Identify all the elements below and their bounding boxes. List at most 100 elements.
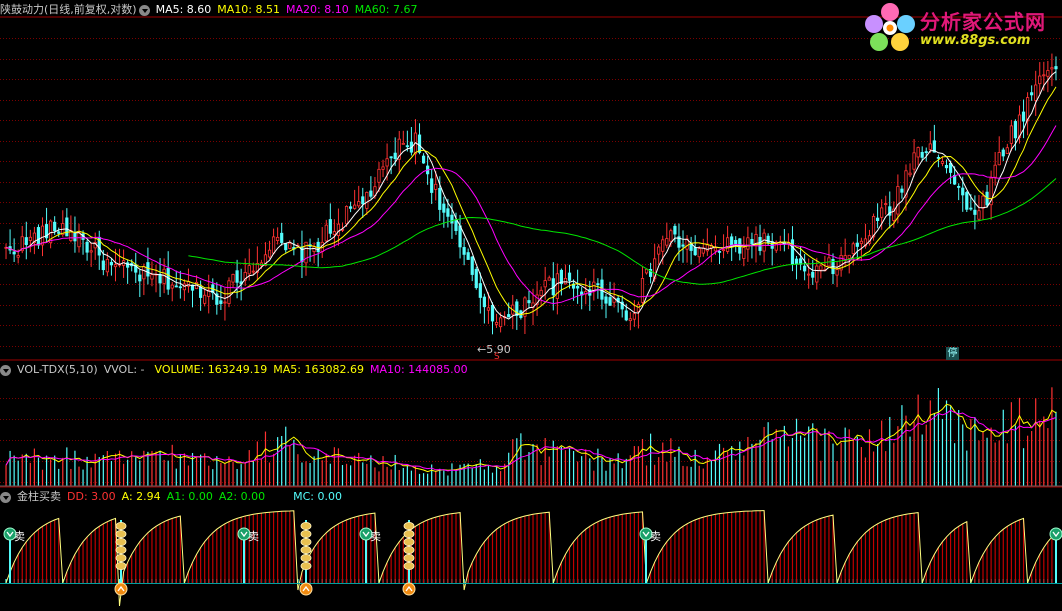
candle-body: [336, 223, 341, 236]
candle-body: [267, 249, 272, 258]
gold-coin-icon: [115, 546, 127, 555]
candle-body: [146, 262, 150, 277]
candle-body: [430, 178, 434, 193]
gold-coin-icon: [403, 522, 415, 531]
stock-title: 陕鼓动力(日线,前复权,对数): [0, 3, 137, 16]
candle-body: [859, 240, 863, 244]
candle-body: [936, 157, 941, 159]
gold-coin-icon: [300, 538, 312, 547]
vol-ma10-value: MA10: 144085.00: [369, 363, 468, 376]
candle-body: [665, 238, 669, 246]
candle-body: [819, 265, 823, 271]
candle-body: [896, 186, 900, 215]
candle-body: [344, 205, 349, 225]
candle-body: [884, 203, 888, 205]
candle-body: [381, 166, 385, 170]
candle-body: [113, 264, 118, 268]
candle-body: [608, 297, 612, 306]
candle-body: [101, 260, 105, 271]
candle-body: [434, 183, 438, 190]
candle-body: [555, 273, 559, 299]
gold-coin-icon: [403, 538, 415, 547]
candle-body: [24, 237, 28, 245]
sell-signal-label: 卖: [370, 530, 381, 543]
candle-body: [357, 201, 361, 207]
candle-body: [713, 247, 718, 252]
a2-value: A2: 0.00: [218, 490, 266, 503]
candle-body: [977, 210, 981, 220]
candle-body: [89, 250, 93, 253]
candle-body: [12, 251, 16, 255]
gold-coin-icon: [403, 562, 415, 571]
panel-menu-icon[interactable]: [138, 4, 150, 16]
ma10-value: MA10: 8.51: [217, 3, 281, 16]
candle-body: [928, 143, 932, 150]
candle-body: [247, 265, 251, 275]
candle-body: [40, 225, 45, 246]
candle-body: [547, 277, 551, 281]
candle-body: [908, 172, 912, 176]
candle-body: [766, 235, 770, 244]
candle-body: [85, 241, 89, 253]
vol-indicator-name: VOL-TDX(5,10): [17, 363, 98, 376]
candle-body: [957, 186, 961, 188]
candle-body: [944, 164, 949, 169]
candle-body: [142, 266, 146, 280]
candle-body: [750, 239, 754, 245]
candle-body: [790, 239, 795, 265]
gold-coin-icon: [300, 554, 312, 563]
candle-body: [657, 246, 661, 255]
candle-body: [182, 283, 186, 291]
candle-body: [912, 152, 916, 170]
candle-body: [77, 231, 81, 248]
gold-coin-icon: [300, 522, 312, 531]
candle-body: [454, 219, 458, 231]
candle-body: [199, 286, 203, 298]
gold-coin-icon: [300, 562, 312, 571]
candle-body: [446, 208, 450, 217]
candle-body: [332, 231, 336, 235]
panel-menu-icon[interactable]: [0, 491, 11, 503]
candle-body: [105, 258, 109, 273]
candle-body: [693, 247, 697, 256]
candle-body: [174, 285, 178, 288]
buy-signal-icon: [299, 582, 313, 596]
panel-menu-icon[interactable]: [0, 364, 11, 376]
mc-value: MC: 0.00: [293, 490, 342, 503]
chart-canvas[interactable]: S: [0, 0, 1062, 611]
gold-coin-icon: [300, 530, 312, 539]
candle-body: [462, 247, 466, 255]
candle-body: [1005, 147, 1009, 154]
candle-body: [316, 241, 320, 253]
candle-body: [746, 237, 750, 250]
candle-body: [721, 249, 726, 252]
gold-coin-icon: [300, 546, 312, 555]
candle-body: [726, 237, 730, 252]
candle-body: [450, 214, 454, 224]
candle-body: [1030, 92, 1034, 96]
candle-body: [328, 219, 332, 234]
candle-body: [961, 187, 965, 196]
candle-body: [673, 225, 677, 235]
ma60-value: MA60: 7.67: [354, 3, 418, 16]
site-logo: 分析家公式网 www.88gs.com: [862, 2, 1060, 52]
candle-body: [393, 152, 397, 160]
sell-signal-label: 卖: [650, 530, 661, 543]
candle-body: [1021, 111, 1026, 122]
candle-body: [697, 248, 701, 258]
candle-body: [624, 310, 628, 321]
candle-body: [203, 294, 207, 304]
candle-body: [494, 321, 499, 325]
candle-body: [851, 243, 855, 254]
gold-coin-icon: [115, 562, 127, 571]
candle-body: [916, 147, 920, 158]
main-panel-header: 陕鼓动力(日线,前复权,对数) MA5: 8.60 MA10: 8.51 MA2…: [0, 2, 423, 18]
a1-value: A1: 0.00: [166, 490, 213, 503]
candle-body: [527, 300, 531, 304]
buy-signal-icon: [402, 582, 416, 596]
indicator-a-line: [5, 510, 1057, 607]
volume-panel-header: VOL-TDX(5,10) VVOL: - VOLUME: 163249.19 …: [0, 362, 474, 378]
gold-coin-icon: [115, 522, 127, 531]
candle-body: [973, 209, 977, 215]
candle-body: [734, 239, 738, 245]
